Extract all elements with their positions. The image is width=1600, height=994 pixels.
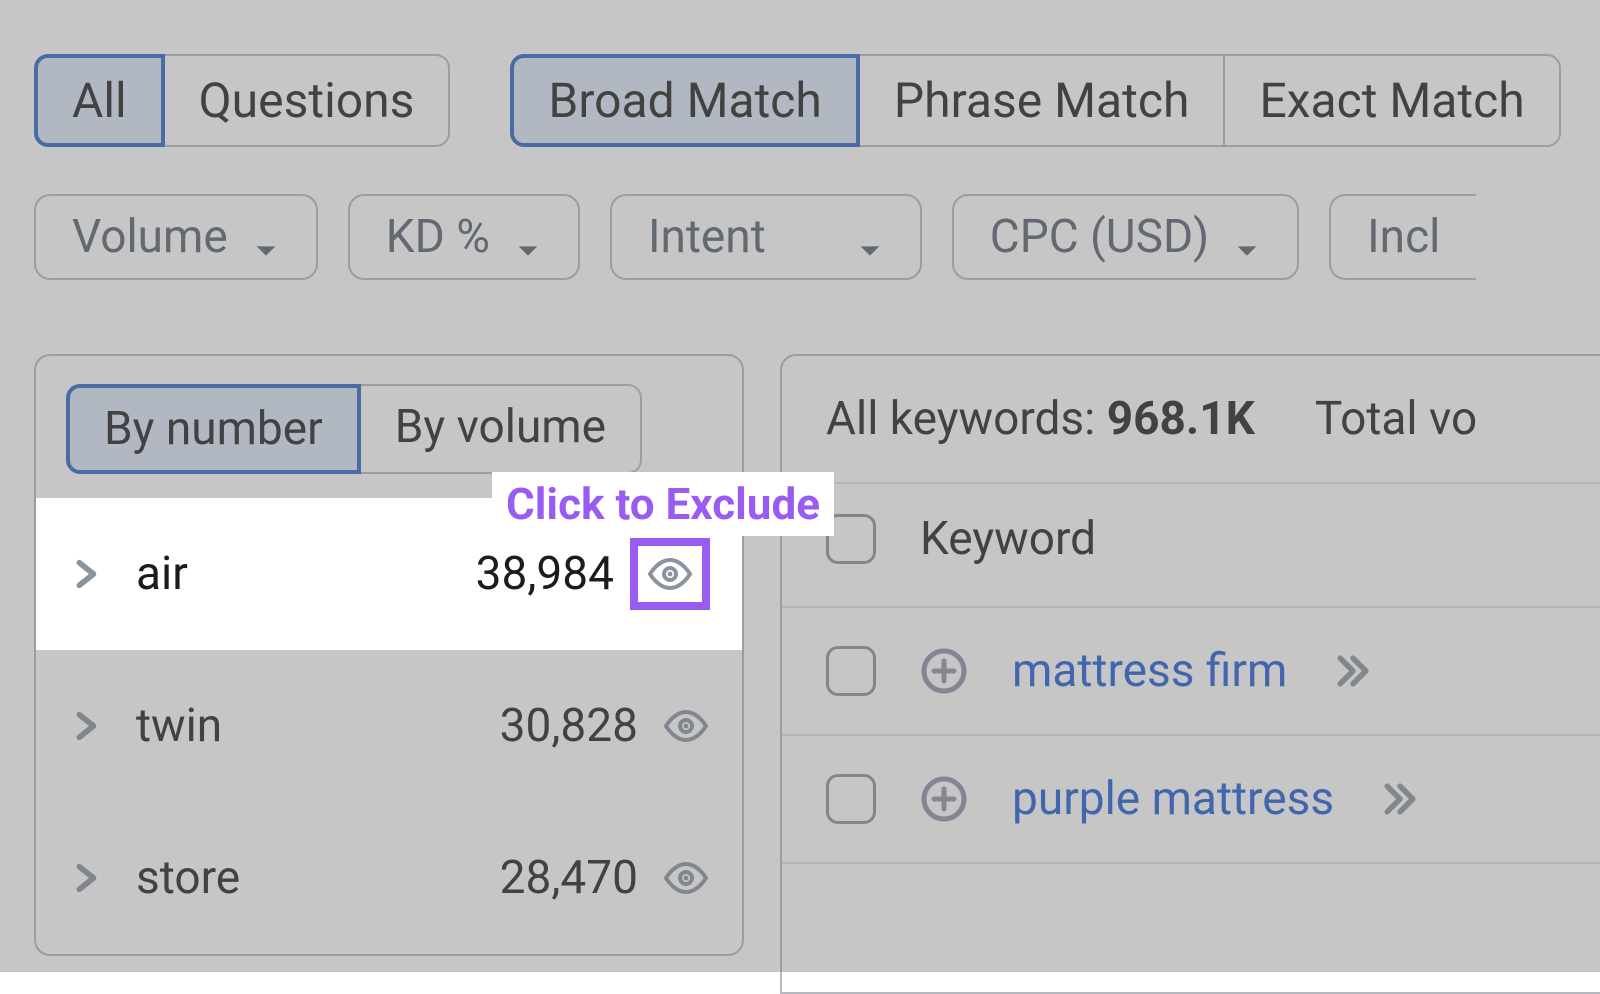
group-label: air	[136, 547, 476, 601]
stat-value: 968.1K	[1107, 392, 1255, 446]
sort-by-volume[interactable]: By volume	[361, 384, 642, 474]
keyword-group-row[interactable]: store 28,470	[36, 802, 742, 954]
tab-label: Questions	[199, 72, 415, 129]
group-count: 28,470	[500, 851, 638, 905]
all-keywords-stat: All keywords: 968.1K	[826, 392, 1255, 446]
filter-intent[interactable]: Intent	[610, 194, 922, 280]
sort-tab-label: By number	[104, 402, 323, 456]
filter-cpc[interactable]: CPC (USD)	[952, 194, 1299, 280]
chevron-right-icon[interactable]	[68, 709, 108, 743]
sort-tab-label: By volume	[395, 400, 606, 454]
chevron-down-icon	[514, 223, 542, 251]
plus-circle-icon[interactable]	[920, 647, 968, 695]
group-label: store	[136, 851, 500, 905]
keyword-result-row: purple mattress	[782, 736, 1600, 864]
filter-label: Incl	[1367, 210, 1440, 264]
keyword-link[interactable]: purple mattress	[1012, 772, 1334, 826]
eye-icon[interactable]	[662, 702, 710, 750]
column-header-keyword[interactable]: Keyword	[920, 512, 1096, 566]
chevron-right-icon[interactable]	[68, 861, 108, 895]
chevron-down-icon	[252, 223, 280, 251]
results-summary: All keywords: 968.1K Total vo	[782, 356, 1600, 484]
chevron-down-icon	[1233, 223, 1261, 251]
tab-exact-match[interactable]: Exact Match	[1223, 54, 1560, 147]
tab-questions[interactable]: Questions	[165, 54, 451, 147]
eye-icon[interactable]	[662, 854, 710, 902]
filter-volume[interactable]: Volume	[34, 194, 318, 280]
filter-label: KD %	[386, 210, 490, 264]
tab-phrase-match[interactable]: Phrase Match	[860, 54, 1224, 147]
row-checkbox[interactable]	[826, 774, 876, 824]
filter-label: CPC (USD)	[990, 210, 1209, 264]
group-count: 30,828	[500, 699, 638, 753]
filter-label: Intent	[648, 210, 766, 264]
results-header-row: Keyword	[782, 484, 1600, 608]
tab-label: Exact Match	[1259, 72, 1524, 129]
chevron-right-icon[interactable]	[68, 557, 108, 591]
group-label: twin	[136, 699, 500, 753]
row-checkbox[interactable]	[826, 646, 876, 696]
double-chevron-right-icon[interactable]	[1331, 649, 1375, 693]
tab-label: Broad Match	[548, 72, 821, 129]
keyword-type-tabs: All Questions	[34, 54, 450, 147]
sort-by-number[interactable]: By number	[66, 384, 361, 474]
exclude-highlight-box	[630, 538, 710, 610]
filter-bar: Volume KD % Intent CPC (USD) Incl	[34, 194, 1476, 280]
total-volume-stat: Total vo	[1315, 392, 1477, 446]
click-to-exclude-callout: Click to Exclude	[492, 472, 834, 536]
tab-label: Phrase Match	[894, 72, 1190, 129]
chevron-down-icon	[856, 223, 884, 251]
tab-label: All	[72, 72, 127, 129]
filter-kd[interactable]: KD %	[348, 194, 580, 280]
keyword-results-panel: All keywords: 968.1K Total vo Keyword ma…	[780, 354, 1600, 994]
double-chevron-right-icon[interactable]	[1378, 777, 1422, 821]
keyword-result-row: mattress firm	[782, 608, 1600, 736]
tab-broad-match[interactable]: Broad Match	[510, 54, 859, 147]
filter-include[interactable]: Incl	[1329, 194, 1476, 280]
keyword-group-row[interactable]: twin 30,828	[36, 650, 742, 802]
eye-icon[interactable]	[646, 550, 694, 598]
keyword-link[interactable]: mattress firm	[1012, 644, 1287, 698]
stat-label: All keywords:	[826, 392, 1095, 446]
tab-all[interactable]: All	[34, 54, 165, 147]
group-count: 38,984	[476, 547, 614, 601]
keyword-groups-panel: By number By volume air 38,984 twin 30,8…	[34, 354, 744, 956]
match-type-tabs: Broad Match Phrase Match Exact Match	[510, 54, 1560, 147]
plus-circle-icon[interactable]	[920, 775, 968, 823]
filter-label: Volume	[72, 210, 228, 264]
